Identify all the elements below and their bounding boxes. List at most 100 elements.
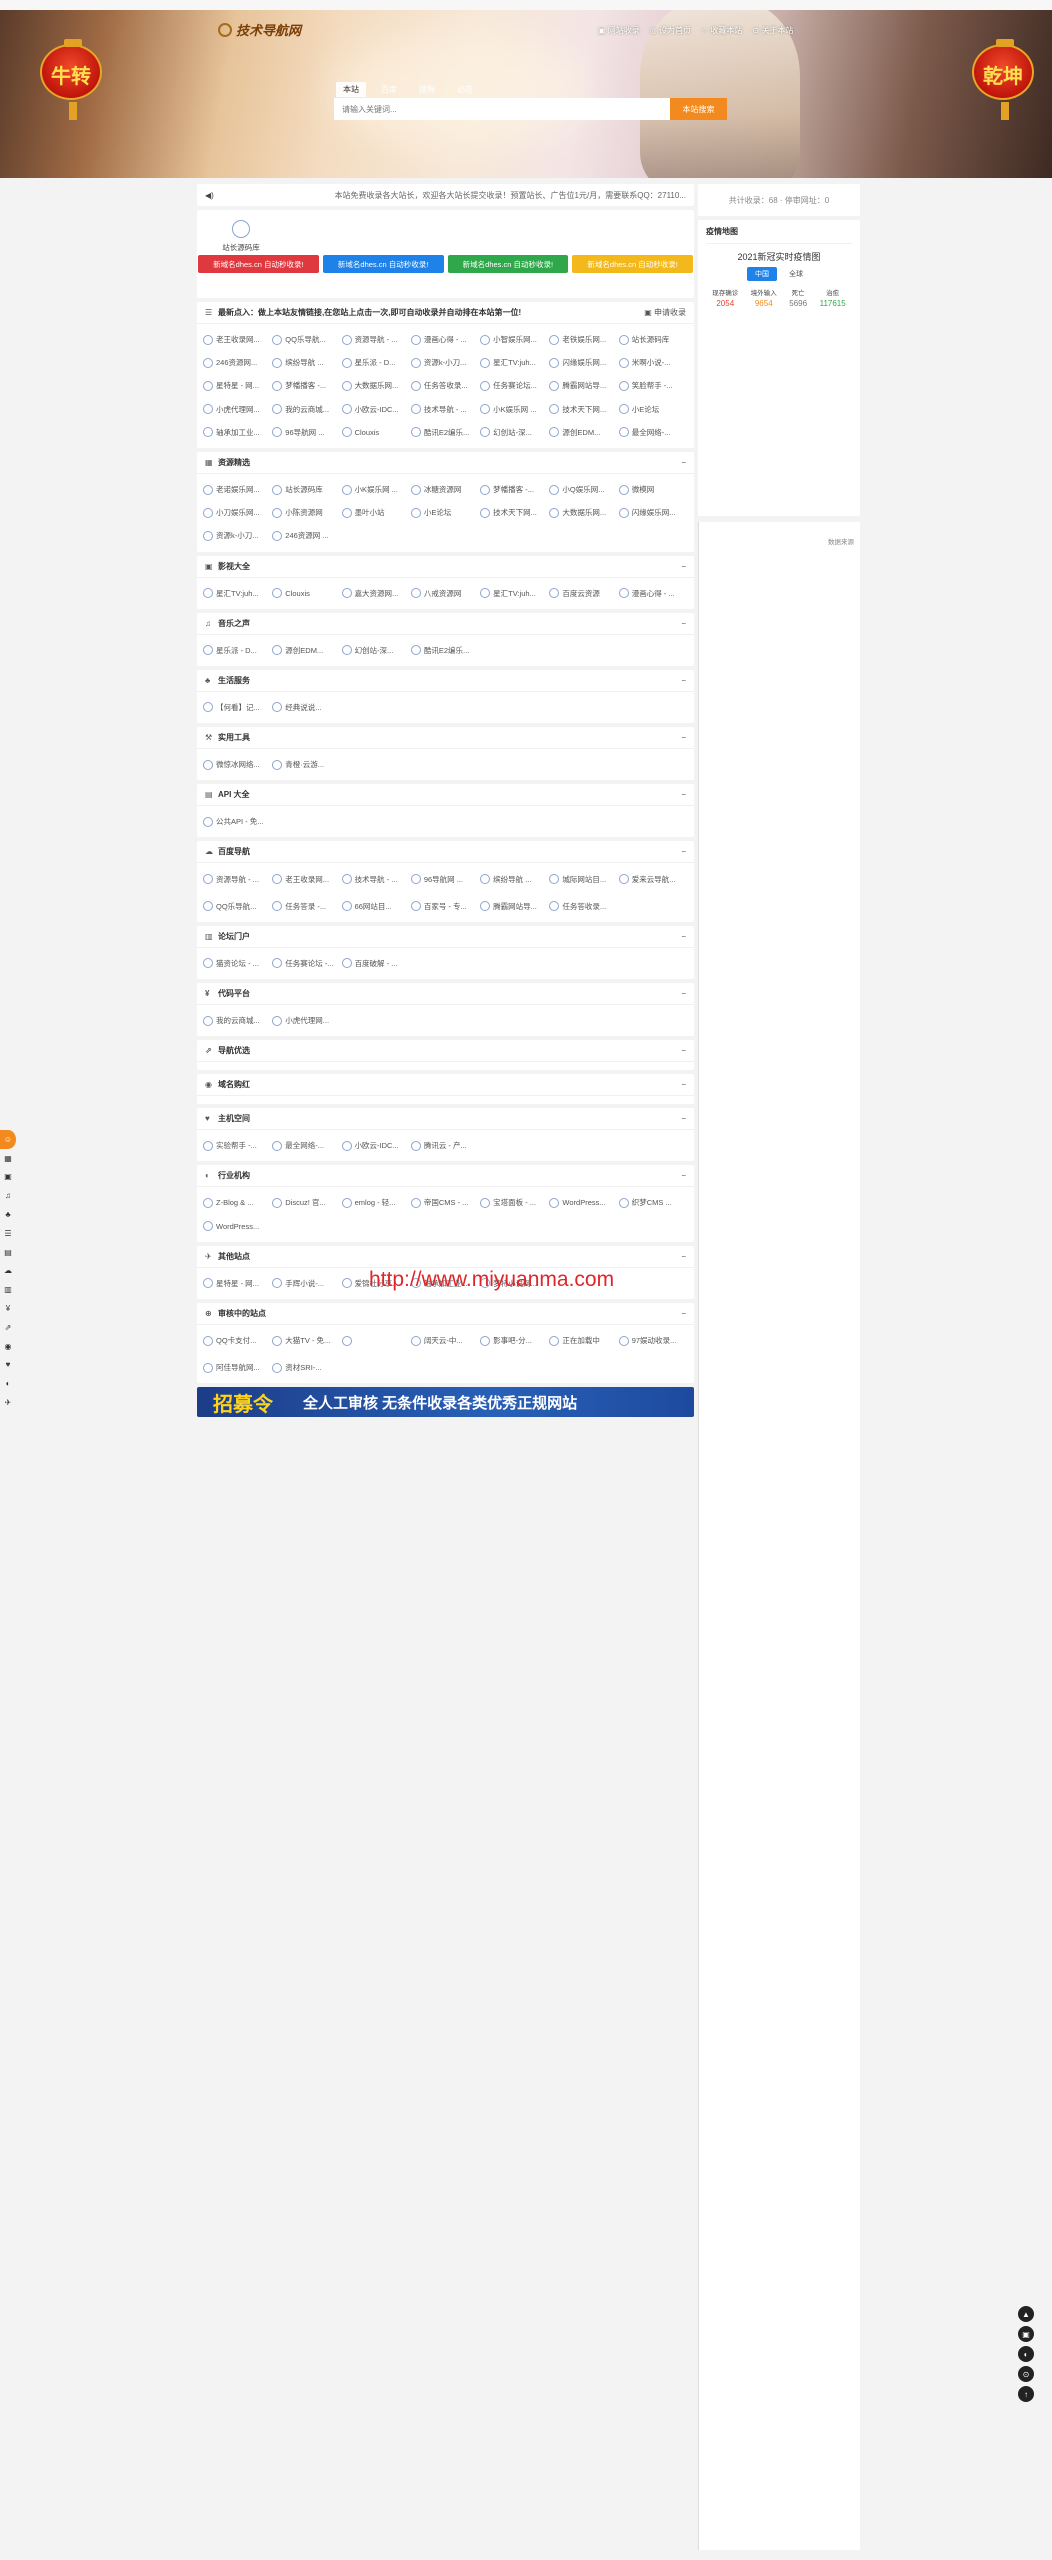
site-link[interactable]: 猫资论坛 - ... [203,952,272,975]
site-link[interactable]: 缤纷导航 ... [480,867,549,890]
top-link-about[interactable]: ⊙ 关于本站 [752,25,793,36]
site-link[interactable]: 幻创站-深... [341,639,411,662]
top-link-favorite[interactable]: ☆ 收藏本站 [701,25,742,36]
site-link[interactable]: 246资源网... [203,351,272,374]
site-link[interactable]: 老诺娱乐网... [203,478,272,501]
site-link[interactable]: 星汇TV:juh... [480,582,549,605]
site-link[interactable]: 小智娱乐网... [480,328,549,351]
site-link[interactable]: 酷讯E2编乐... [410,421,480,444]
search-button[interactable]: 本站搜索 [670,98,727,120]
site-link[interactable]: 246资源网 ... [272,524,341,547]
site-link[interactable]: 小虎代理网... [272,1009,341,1032]
site-link[interactable]: 老铁娱乐网... [549,328,618,351]
site-link[interactable]: 百度云资源 [549,582,618,605]
site-link[interactable]: 手辉小说-... [272,1272,341,1295]
promo-button[interactable]: 新域名dhes.cn 自动秒收录! [572,255,693,273]
site-link[interactable]: 大猫TV - 免... [272,1329,341,1352]
site-link[interactable]: QQ乐导航... [272,328,341,351]
site-link[interactable]: 公共API - 免... [203,810,272,833]
site-link[interactable]: 任务答收录... [549,895,618,918]
site-link[interactable]: 正在加载中 [549,1329,618,1352]
site-link[interactable]: 闪缘娱乐网... [549,351,618,374]
site-link[interactable]: 源创EDM... [549,421,618,444]
site-link[interactable]: 任务赛论坛 -... [272,952,341,975]
left-tool-icon[interactable]: ◐ [0,1374,16,1393]
site-link[interactable]: 97娱动收录... [618,1329,688,1352]
float-tool-icon[interactable]: ▲ [1018,2306,1034,2322]
site-link[interactable]: 青橙·云游... [272,753,341,776]
featured-site[interactable]: 站长源码库 [211,220,271,253]
site-link[interactable]: 梦幡播客 -... [480,478,549,501]
site-link[interactable]: 小E论坛 [618,398,688,421]
site-link[interactable]: 大数据乐网... [341,374,411,397]
site-link[interactable]: 笑脸帮手 -... [618,374,688,397]
collapse-toggle[interactable]: − [681,932,686,941]
left-tool-icon[interactable]: ✈ [0,1393,16,1412]
top-link-submit[interactable]: ▣ 网站收录 [598,25,640,36]
site-link[interactable]: Discuz! 官... [272,1191,341,1214]
float-tool-icon[interactable]: ↑ [1018,2386,1034,2402]
site-link[interactable]: emlog - 轻... [341,1191,411,1214]
site-link[interactable]: 腾霸网站导... [549,374,618,397]
site-link[interactable]: 经典说说... [272,696,341,719]
site-link[interactable]: 百度破解 - ... [341,952,411,975]
collapse-toggle[interactable]: − [681,458,686,467]
collapse-toggle[interactable]: − [681,1171,686,1180]
collapse-toggle[interactable]: − [681,562,686,571]
search-tab-baidu[interactable]: 百度 [374,82,404,97]
site-link[interactable]: 微模网 [618,478,688,501]
site-link[interactable]: 任务赛论坛... [480,374,549,397]
site-link[interactable]: 星乐派 - D... [341,351,411,374]
left-tool-icon[interactable]: ▥ [0,1280,16,1299]
site-link[interactable]: 小Q娱乐网... [549,478,618,501]
site-link[interactable]: 米啊小说-... [618,351,688,374]
left-tool-icon[interactable]: ☁ [0,1262,16,1281]
site-link[interactable]: 资源导航 - ... [203,867,272,890]
site-link[interactable]: 酷讯E2编乐... [410,639,480,662]
site-link[interactable]: 八戒资源网 [410,582,480,605]
site-link[interactable]: 老王收录网... [272,867,341,890]
collapse-toggle[interactable]: − [681,1114,686,1123]
site-link[interactable]: 爱来云导航... [618,867,688,890]
site-link[interactable]: 星乐派 - D... [203,639,272,662]
collapse-toggle[interactable]: − [681,1046,686,1055]
site-link[interactable]: 小刀娱乐网... [203,501,272,524]
left-tool-icon[interactable]: ▦ [0,1149,16,1168]
left-tool-icon[interactable]: ♫ [0,1186,16,1205]
left-tool-icon[interactable]: ¥ [0,1299,16,1318]
site-link[interactable]: 资源k-小刀... [203,524,272,547]
site-link[interactable]: 实验帮手 -... [203,1134,272,1157]
site-link[interactable]: 我的云商城... [203,1009,272,1032]
left-tool-icon[interactable]: ♥ [0,1356,16,1375]
site-link[interactable] [341,1329,411,1352]
site-link[interactable]: 百家号 - 专... [410,895,480,918]
site-link[interactable]: 任务答录 -... [272,895,341,918]
site-link[interactable]: 96导航网 ... [272,421,341,444]
site-link[interactable]: 技术天下网... [480,501,549,524]
site-link[interactable]: 技术天下网... [549,398,618,421]
search-tab-site[interactable]: 本站 [336,82,366,97]
left-tool-icon[interactable]: ▣ [0,1168,16,1187]
site-link[interactable]: 老王收录网... [203,328,272,351]
site-link[interactable]: 资源导航 - ... [341,328,411,351]
site-link[interactable]: QQ乐导航... [203,895,272,918]
search-tab-sogou[interactable]: 搜狗 [412,82,442,97]
site-link[interactable]: Clouxis [272,582,341,605]
site-link[interactable]: Z-Blog & ... [203,1191,272,1214]
float-tool-icon[interactable]: ◐ [1018,2346,1034,2362]
site-link[interactable]: 最全网络-... [272,1134,341,1157]
site-link[interactable]: 技术导航 - ... [341,867,411,890]
site-link[interactable]: 梦幡播客 -... [272,374,341,397]
collapse-toggle[interactable]: − [681,989,686,998]
collapse-toggle[interactable]: − [681,1309,686,1318]
site-link[interactable]: 织梦CMS ... [618,1191,688,1214]
site-link[interactable]: 腾讯云 - 产... [410,1134,480,1157]
site-link[interactable]: 微惊冰网络... [203,753,272,776]
site-link[interactable]: 冰糖资源网 [410,478,480,501]
site-link[interactable]: 小欧云-IDC... [341,1134,411,1157]
site-link[interactable]: 星汇TV:juh... [480,351,549,374]
site-link[interactable]: 小陈资源网 [272,501,341,524]
promo-button[interactable]: 新域名dhes.cn 自动秒收录! [198,255,319,273]
site-link[interactable]: 大数据乐网... [549,501,618,524]
site-link[interactable]: 星特星 - 网... [203,1272,272,1295]
